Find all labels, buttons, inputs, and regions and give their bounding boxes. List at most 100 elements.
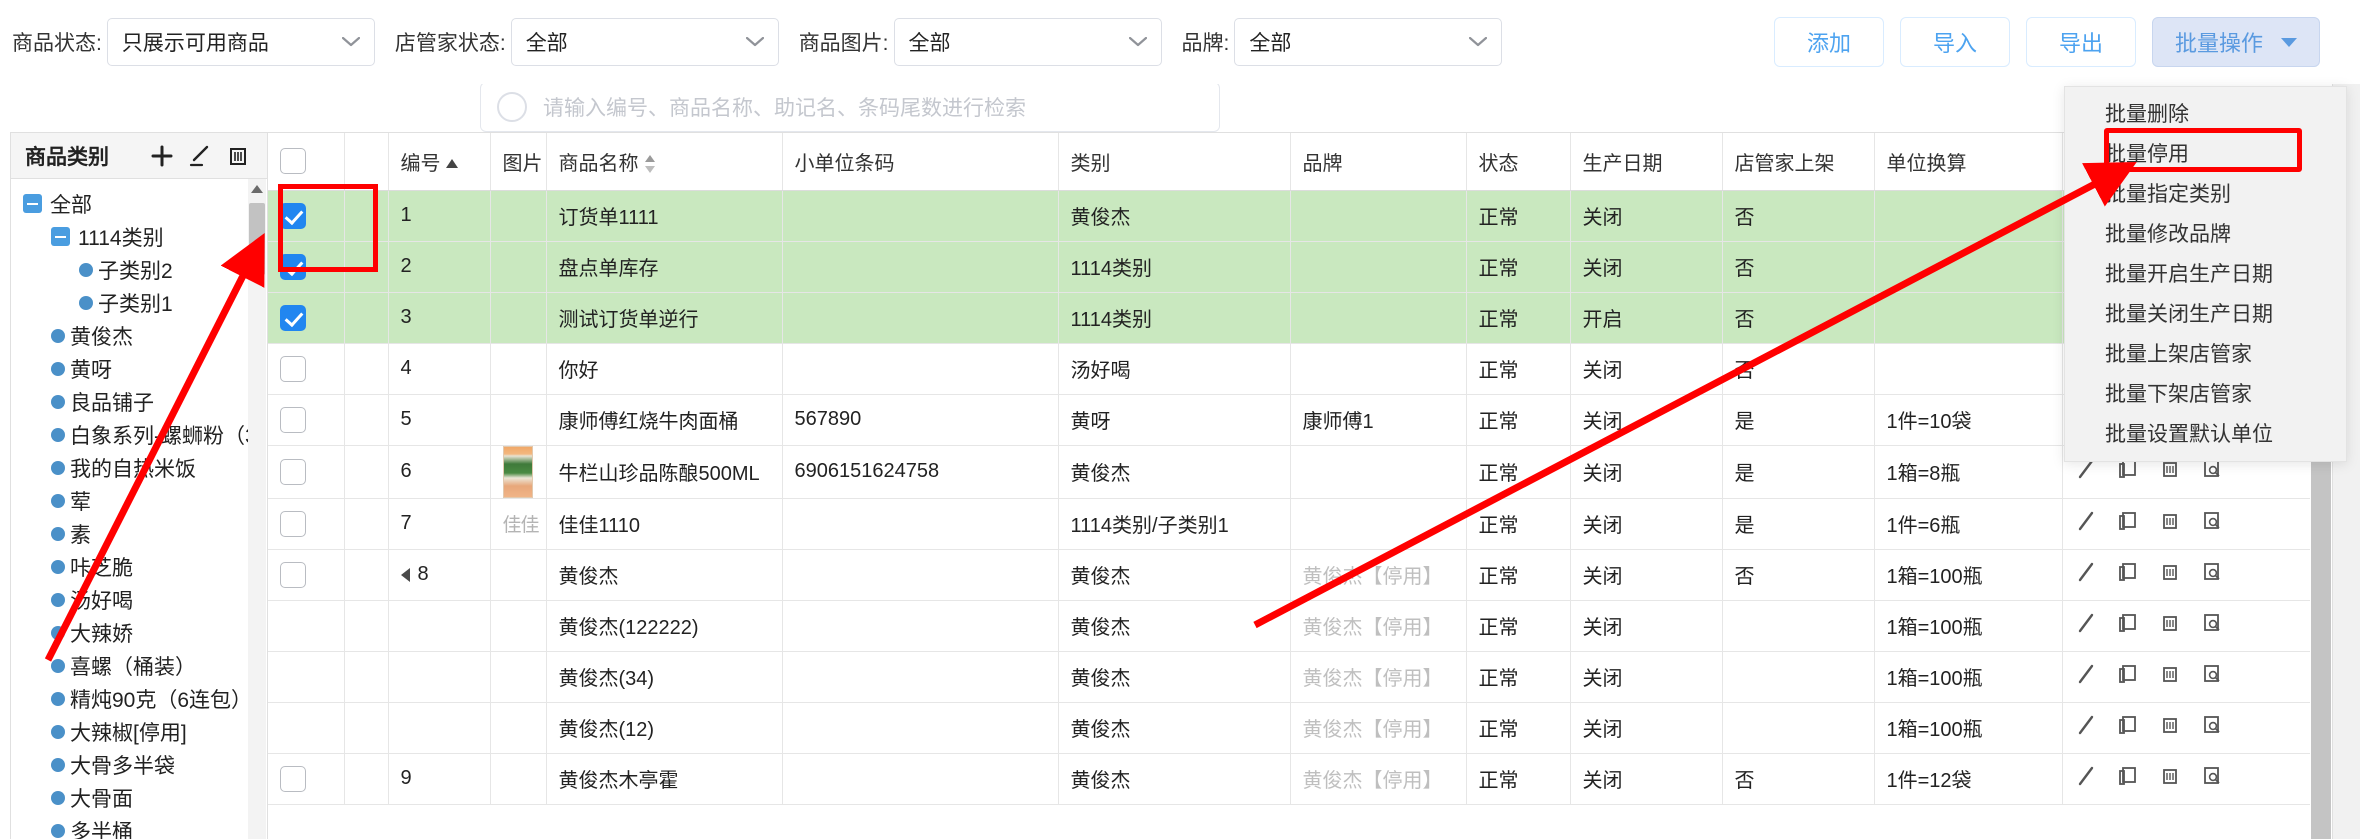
delete-icon[interactable] xyxy=(2159,612,2181,634)
batch-menu-item[interactable]: 批量修改品牌 xyxy=(2065,213,2346,253)
category-tree-item[interactable]: 大辣椒[停用] xyxy=(11,715,267,748)
sort-both-icon[interactable] xyxy=(643,154,657,174)
copy-icon[interactable] xyxy=(2117,765,2139,787)
tree-node-dot-icon[interactable] xyxy=(51,493,65,508)
category-tree-item[interactable]: 黄俊杰 xyxy=(11,319,267,352)
row-expander-icon[interactable] xyxy=(400,567,410,582)
copy-icon[interactable] xyxy=(2117,714,2139,736)
table-row[interactable]: 9 黄俊杰木亭霍 黄俊杰 黄俊杰【停用】 正常 关闭 否 1件=12袋 xyxy=(268,753,2332,805)
batch-menu-item[interactable]: 批量停用 xyxy=(2065,133,2346,173)
tree-node-dot-icon[interactable] xyxy=(51,427,65,442)
tree-node-dot-icon[interactable] xyxy=(51,526,65,541)
row-checkbox[interactable] xyxy=(280,304,306,331)
row-checkbox[interactable] xyxy=(280,561,306,588)
tree-node-dot-icon[interactable] xyxy=(51,394,65,409)
table-row[interactable]: 8 黄俊杰 黄俊杰 黄俊杰【停用】 正常 关闭 否 1箱=100瓶 xyxy=(268,549,2332,601)
tree-node-dot-icon[interactable] xyxy=(51,823,65,838)
copy-icon[interactable] xyxy=(2117,510,2139,532)
column-header-unit[interactable]: 单位换算 xyxy=(1874,133,2063,191)
edit-icon[interactable] xyxy=(2075,765,2097,787)
view-detail-icon[interactable] xyxy=(2201,510,2223,532)
column-header-status[interactable]: 状态 xyxy=(1466,133,1571,191)
tree-node-dot-icon[interactable] xyxy=(79,262,93,277)
category-tree-item[interactable]: 精炖90克（6连包） xyxy=(11,682,267,715)
select-product-status[interactable]: 只展示可用商品 xyxy=(106,18,375,66)
delete-icon[interactable] xyxy=(2159,510,2181,532)
table-row[interactable]: 3 测试订货单逆行 1114类别 正常 开启 否 xyxy=(268,292,2332,344)
edit-icon[interactable] xyxy=(2075,663,2097,685)
scrollbar-thumb[interactable] xyxy=(249,203,265,275)
table-row[interactable]: 2 盘点单库存 1114类别 正常 关闭 否 xyxy=(268,241,2332,293)
tree-node-dot-icon[interactable] xyxy=(51,328,65,343)
tree-node-dot-icon[interactable] xyxy=(51,559,65,574)
edit-icon[interactable] xyxy=(2075,714,2097,736)
batch-menu-item[interactable]: 批量上架店管家 xyxy=(2065,333,2346,373)
column-header-proddate[interactable]: 生产日期 xyxy=(1570,133,1723,191)
tree-node-dot-icon[interactable] xyxy=(79,295,93,310)
column-header-code[interactable]: 编号 xyxy=(388,133,491,191)
category-tree-item[interactable]: 大骨多半袋 xyxy=(11,748,267,781)
tree-node-dot-icon[interactable] xyxy=(51,460,65,475)
column-header-name[interactable]: 商品名称 xyxy=(546,133,783,191)
batch-menu-item[interactable]: 批量开启生产日期 xyxy=(2065,253,2346,293)
table-row[interactable]: 7 佳佳 佳佳1110 1114类别/子类别1 正常 关闭 是 1件=6瓶 xyxy=(268,498,2332,550)
category-tree-item[interactable]: 喜螺（桶装） xyxy=(11,649,267,682)
view-detail-icon[interactable] xyxy=(2201,612,2223,634)
category-tree-item[interactable]: 咔芝脆 xyxy=(11,550,267,583)
tree-node-dot-icon[interactable] xyxy=(51,691,65,706)
table-row[interactable]: 黄俊杰(34) 黄俊杰 黄俊杰【停用】 正常 关闭 1箱=100瓶 xyxy=(268,651,2332,703)
column-header-image[interactable]: 图片 xyxy=(490,133,547,191)
edit-icon[interactable] xyxy=(187,143,213,169)
category-tree-item[interactable]: 全部 xyxy=(11,187,267,220)
delete-icon[interactable] xyxy=(2159,561,2181,583)
table-row[interactable]: 黄俊杰(122222) 黄俊杰 黄俊杰【停用】 正常 关闭 1箱=100瓶 xyxy=(268,600,2332,652)
tree-collapse-icon[interactable] xyxy=(23,194,42,213)
edit-icon[interactable] xyxy=(2075,612,2097,634)
select-all-checkbox[interactable] xyxy=(280,148,306,175)
delete-icon[interactable] xyxy=(225,143,251,169)
batch-menu-item[interactable]: 批量设置默认单位 xyxy=(2065,413,2346,453)
tree-node-dot-icon[interactable] xyxy=(51,361,65,376)
row-checkbox[interactable] xyxy=(280,202,306,229)
category-tree-item[interactable]: 大辣娇 xyxy=(11,616,267,649)
batch-menu-item[interactable]: 批量下架店管家 xyxy=(2065,373,2346,413)
column-header-barcode[interactable]: 小单位条码 xyxy=(782,133,1059,191)
category-tree-item[interactable]: 良品铺子 xyxy=(11,385,267,418)
row-checkbox[interactable] xyxy=(280,406,306,433)
row-checkbox[interactable] xyxy=(280,765,306,792)
add-icon[interactable] xyxy=(149,143,175,169)
batch-menu-item[interactable]: 批量关闭生产日期 xyxy=(2065,293,2346,333)
import-button[interactable]: 导入 xyxy=(1899,17,2010,67)
table-row[interactable]: 4 你好 汤好喝 正常 关闭 否 xyxy=(268,343,2332,395)
tree-collapse-icon[interactable] xyxy=(51,227,70,246)
tree-node-dot-icon[interactable] xyxy=(51,790,65,805)
category-tree-item[interactable]: 汤好喝 xyxy=(11,583,267,616)
row-checkbox[interactable] xyxy=(280,510,306,537)
category-tree-item[interactable]: 荤 xyxy=(11,484,267,517)
row-checkbox[interactable] xyxy=(280,355,306,382)
add-button[interactable]: 添加 xyxy=(1773,17,1884,67)
category-tree-item[interactable]: 白象系列-螺蛳粉（3 xyxy=(11,418,267,451)
delete-icon[interactable] xyxy=(2159,663,2181,685)
category-tree-item[interactable]: 素 xyxy=(11,517,267,550)
batch-menu-item[interactable]: 批量删除 xyxy=(2065,93,2346,133)
export-button[interactable]: 导出 xyxy=(2025,17,2136,67)
delete-icon[interactable] xyxy=(2159,765,2181,787)
category-tree-item[interactable]: 大骨面 xyxy=(11,781,267,814)
table-row[interactable]: 6 牛栏山珍品陈酿500ML 6906151624758 黄俊杰 正常 关闭 是 1箱=8瓶 xyxy=(268,445,2332,499)
view-detail-icon[interactable] xyxy=(2201,663,2223,685)
batch-operation-button[interactable]: 批量操作 xyxy=(2151,17,2320,67)
category-tree-item[interactable]: 1114类别 xyxy=(11,220,267,253)
tree-node-dot-icon[interactable] xyxy=(51,757,65,772)
batch-menu-item[interactable]: 批量指定类别 xyxy=(2065,173,2346,213)
category-tree-item[interactable]: 子类别2 xyxy=(11,253,267,286)
table-row[interactable]: 5 康师傅红烧牛肉面桶 567890 黄呀 康师傅1 正常 关闭 是 1件=10袋 xyxy=(268,394,2332,446)
category-tree-item[interactable]: 我的自热米饭 xyxy=(11,451,267,484)
view-detail-icon[interactable] xyxy=(2201,714,2223,736)
tree-node-dot-icon[interactable] xyxy=(51,658,65,673)
product-thumbnail-text[interactable]: 佳佳 xyxy=(503,515,540,536)
tree-node-dot-icon[interactable] xyxy=(51,724,65,739)
scroll-up-icon[interactable] xyxy=(251,185,263,193)
column-header-category[interactable]: 类别 xyxy=(1058,133,1291,191)
category-tree-item[interactable]: 子类别1 xyxy=(11,286,267,319)
